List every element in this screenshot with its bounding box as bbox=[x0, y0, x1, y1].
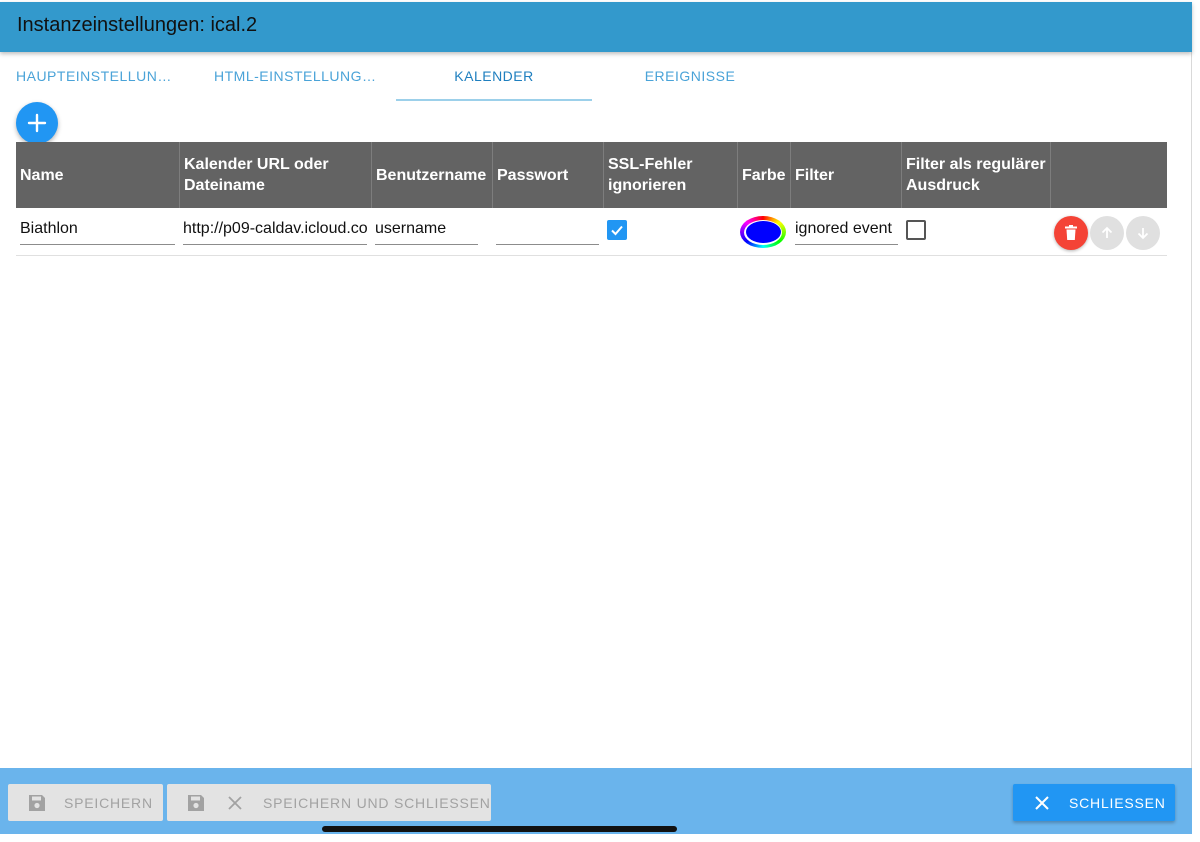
column-header-username: Benutzername bbox=[371, 142, 492, 208]
home-indicator bbox=[322, 826, 677, 832]
password-field[interactable] bbox=[496, 217, 599, 245]
arrow-up-icon bbox=[1101, 226, 1113, 238]
tab-bar: HAUPTEINSTELLUNGEN HTML-EINSTELLUNGEN KA… bbox=[0, 52, 1192, 102]
trash-icon bbox=[1065, 225, 1077, 240]
username-field[interactable]: username bbox=[375, 217, 478, 245]
save-and-close-button[interactable]: SPEICHERN UND SCHLIESSEN bbox=[167, 784, 491, 821]
instance-settings-dialog: Instanzeinstellungen: ical.2 HAUPTEINSTE… bbox=[0, 2, 1192, 834]
move-down-button[interactable] bbox=[1126, 216, 1160, 250]
delete-row-button[interactable] bbox=[1054, 216, 1088, 250]
checkmark-icon bbox=[611, 225, 623, 236]
table-header: Name Kalender URL oder Dateiname Benutze… bbox=[16, 142, 1167, 208]
close-icon bbox=[1035, 795, 1049, 810]
save-icon bbox=[188, 794, 204, 811]
ssl-ignore-checkbox[interactable] bbox=[607, 220, 627, 240]
arrow-down-icon bbox=[1137, 228, 1149, 240]
color-picker[interactable] bbox=[740, 216, 786, 248]
table-row: Biathlon http://p09-caldav.icloud.com us… bbox=[16, 208, 1167, 256]
tab-haupteinstellungen[interactable]: HAUPTEINSTELLUNGEN bbox=[0, 52, 196, 102]
tab-html-einstellungen[interactable]: HTML-EINSTELLUNGEN bbox=[198, 52, 394, 102]
save-button[interactable]: SPEICHERN bbox=[8, 784, 163, 821]
selected-color-swatch bbox=[745, 221, 781, 243]
column-header-filter: Filter bbox=[790, 142, 901, 208]
active-tab-indicator bbox=[396, 99, 592, 101]
save-icon bbox=[29, 794, 45, 811]
column-header-color: Farbe bbox=[737, 142, 790, 208]
filter-regex-checkbox[interactable] bbox=[906, 220, 926, 240]
save-and-close-label: SPEICHERN UND SCHLIESSEN bbox=[263, 794, 491, 811]
tab-ereignisse[interactable]: EREIGNISSE bbox=[592, 52, 788, 102]
close-icon bbox=[228, 795, 242, 810]
move-up-button[interactable] bbox=[1090, 216, 1124, 250]
close-label: SCHLIESSEN bbox=[1069, 794, 1166, 811]
title-bar: Instanzeinstellungen: ical.2 bbox=[0, 2, 1192, 52]
dialog-title: Instanzeinstellungen: ical.2 bbox=[17, 14, 258, 36]
close-button[interactable]: SCHLIESSEN bbox=[1013, 784, 1175, 821]
column-header-actions bbox=[1050, 142, 1167, 208]
column-header-url: Kalender URL oder Dateiname bbox=[179, 142, 371, 208]
column-header-ssl: SSL-Fehler ignorieren bbox=[603, 142, 737, 208]
dialog-footer: SPEICHERN SPEICHERN UND SCHLIESSEN SCHLI… bbox=[0, 768, 1192, 834]
filter-field[interactable]: ignored event bbox=[795, 217, 898, 245]
save-label: SPEICHERN bbox=[64, 794, 153, 811]
add-calendar-button[interactable] bbox=[16, 102, 58, 144]
column-header-regex: Filter als regulärer Ausdruck bbox=[901, 142, 1050, 208]
column-header-password: Passwort bbox=[492, 142, 603, 208]
url-field[interactable]: http://p09-caldav.icloud.com bbox=[183, 217, 367, 245]
plus-icon bbox=[27, 113, 47, 133]
tab-kalender[interactable]: KALENDER bbox=[396, 52, 592, 102]
name-field[interactable]: Biathlon bbox=[20, 217, 175, 245]
column-header-name: Name bbox=[20, 166, 64, 184]
